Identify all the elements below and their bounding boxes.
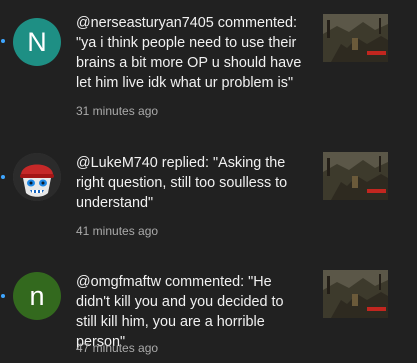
thumbnail-image: [323, 270, 388, 318]
avatar-letter: n: [29, 280, 45, 311]
notifications-list: N @nerseasturyan7405 commented: "ya i th…: [0, 0, 417, 363]
unread-indicator: [1, 39, 5, 43]
avatar[interactable]: n: [13, 272, 61, 320]
unread-indicator: [1, 175, 5, 179]
video-thumbnail[interactable]: [323, 152, 388, 200]
thumbnail-image: [323, 14, 388, 62]
more-options-button[interactable]: [400, 156, 410, 196]
video-thumbnail[interactable]: [323, 270, 388, 318]
notification-time: 47 minutes ago: [76, 341, 159, 355]
unread-indicator: [1, 294, 5, 298]
avatar-letter: N: [27, 26, 47, 57]
notification-time: 41 minutes ago: [76, 224, 159, 238]
more-options-button[interactable]: [400, 274, 410, 314]
notification-text: @LukeM740 replied: "Asking the right que…: [76, 155, 288, 211]
notification-item[interactable]: @LukeM740 replied: "Asking the right que…: [0, 126, 417, 241]
avatar[interactable]: N: [13, 18, 61, 66]
notification-item[interactable]: n @omgfmaftw commented: "He didn't kill …: [0, 248, 417, 363]
video-thumbnail[interactable]: [323, 14, 388, 62]
notification-time: 31 minutes ago: [76, 104, 159, 118]
more-options-button[interactable]: [400, 18, 410, 58]
thumbnail-image: [323, 152, 388, 200]
notification-item[interactable]: N @nerseasturyan7405 commented: "ya i th…: [0, 0, 417, 118]
masked-character-avatar-icon: [13, 153, 61, 201]
notification-text: @nerseasturyan7405 commented: "ya i thin…: [76, 15, 302, 91]
avatar[interactable]: [13, 153, 61, 201]
